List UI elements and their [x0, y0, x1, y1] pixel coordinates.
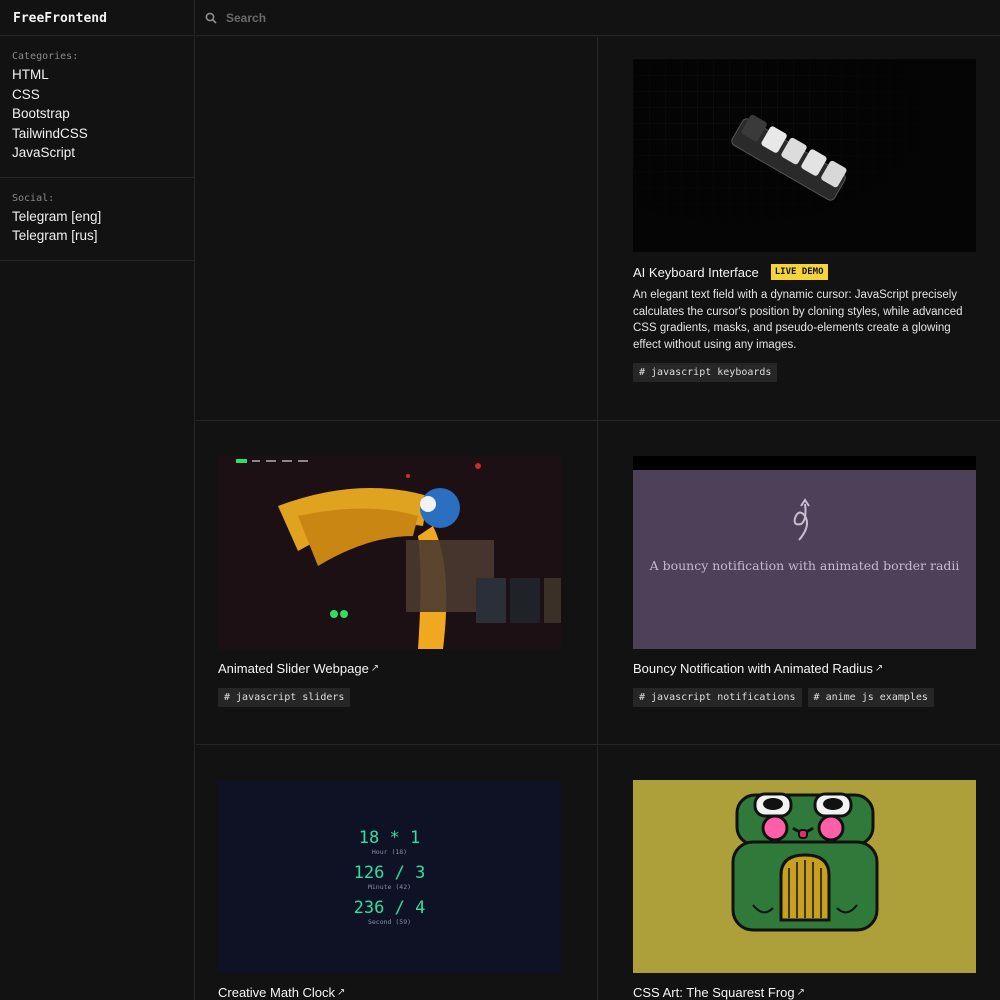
clock-hour-label: Hour (18) [371, 848, 408, 856]
card-title[interactable]: AI Keyboard Interface [633, 265, 759, 280]
bouncy-title-row: Bouncy Notification with Animated Radius… [633, 661, 883, 676]
social-section: Social: Telegram [eng] Telegram [rus] [0, 178, 194, 261]
card-math-clock: 18 * 1 Hour (18) 126 / 3 Minute (42) 236… [196, 745, 598, 1000]
sidebar-item-css[interactable]: CSS [12, 85, 182, 105]
card-title[interactable]: Bouncy Notification with Animated Radius [633, 661, 873, 676]
card-animated-slider: Animated Slider Webpage ↗ # javascript s… [196, 421, 598, 745]
card-title[interactable]: Animated Slider Webpage [218, 661, 369, 676]
categories-label: Categories: [12, 51, 79, 62]
bouncy-preview-image[interactable]: A bouncy notification with animated bord… [633, 456, 976, 649]
sidebar-item-telegram-eng[interactable]: Telegram [eng] [12, 207, 182, 227]
external-link-icon: ↗ [796, 987, 806, 998]
external-link-icon: ↗ [874, 663, 884, 674]
card-ai-keyboard: AI Keyboard Interface LIVE DEMO An elega… [598, 37, 1000, 421]
categories-section: Categories: HTML CSS Bootstrap TailwindC… [0, 36, 194, 178]
keyboard-preview-image[interactable] [633, 59, 976, 252]
live-demo-badge[interactable]: LIVE DEMO [770, 264, 828, 280]
clock-second-label: Second (59) [367, 918, 412, 926]
search-bar [196, 0, 1000, 36]
search-input[interactable] [226, 10, 526, 25]
external-link-icon: ↗ [370, 663, 380, 674]
sidebar-item-javascript[interactable]: JavaScript [12, 143, 182, 163]
keyboard-title-row: AI Keyboard Interface LIVE DEMO [633, 264, 828, 280]
sidebar: FreeFrontend Categories: HTML CSS Bootst… [0, 0, 195, 1000]
tag-anime-js-examples[interactable]: # anime js examples [807, 688, 934, 707]
bouncy-preview-text: A bouncy notification with animated bord… [649, 558, 960, 573]
frog-preview-image[interactable] [633, 780, 976, 973]
tag-javascript-keyboards[interactable]: # javascript keyboards [633, 363, 778, 382]
clock-minute-expr: 126 / 3 [353, 863, 426, 883]
tag-javascript-sliders[interactable]: # javascript sliders [218, 688, 351, 707]
clock-preview-image[interactable]: 18 * 1 Hour (18) 126 / 3 Minute (42) 236… [218, 780, 561, 973]
sidebar-item-bootstrap[interactable]: Bootstrap [12, 104, 182, 124]
sidebar-item-tailwindcss[interactable]: TailwindCSS [12, 124, 182, 144]
card-bouncy-notification: A bouncy notification with animated bord… [598, 421, 1000, 745]
brand-logo[interactable]: FreeFrontend [0, 0, 194, 36]
card-title[interactable]: Creative Math Clock [218, 985, 335, 1000]
card-tags: # javascript notifications # anime js ex… [633, 688, 934, 707]
card-description: An elegant text field with a dynamic cur… [633, 289, 963, 351]
swirl-arrow-icon [793, 498, 810, 541]
clock-minute-label: Minute (42) [367, 883, 412, 891]
sidebar-item-telegram-rus[interactable]: Telegram [rus] [12, 226, 182, 246]
slider-preview-image[interactable] [218, 456, 561, 649]
card-tags: # javascript keyboards [633, 363, 778, 382]
card-squarest-frog: CSS Art: The Squarest Frog ↗ [598, 745, 1000, 1000]
social-label: Social: [12, 192, 55, 204]
external-link-icon: ↗ [337, 987, 346, 998]
empty-cell [196, 37, 598, 421]
sidebar-item-html[interactable]: HTML [12, 65, 182, 85]
clock-title-row: Creative Math Clock ↗ [218, 985, 345, 1000]
card-tags: # javascript sliders [218, 688, 351, 707]
search-icon [205, 12, 217, 24]
tag-javascript-notifications[interactable]: # javascript notifications [633, 688, 802, 707]
card-title[interactable]: CSS Art: The Squarest Frog [633, 985, 795, 1000]
clock-hour-expr: 18 * 1 [358, 828, 421, 848]
frog-title-row: CSS Art: The Squarest Frog ↗ [633, 985, 805, 1000]
clock-second-expr: 236 / 4 [353, 898, 426, 918]
slider-title-row: Animated Slider Webpage ↗ [218, 661, 379, 676]
